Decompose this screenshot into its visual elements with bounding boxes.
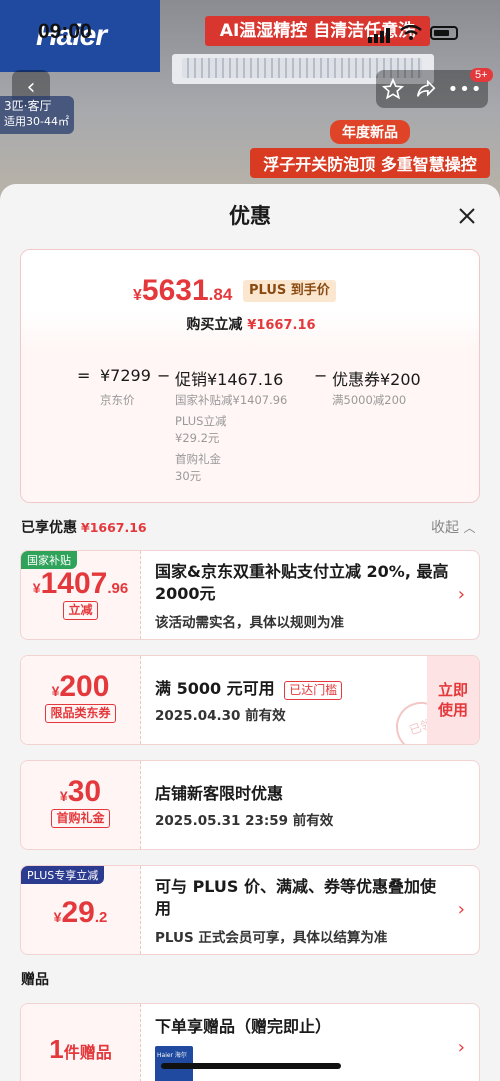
offer-amount: ¥1407.96: [21, 567, 140, 601]
offer-desc: 2025.04.30 前有效: [155, 708, 286, 724]
price-formula: = ¥7299 京东价 − 促销¥1467.16 国家补贴减¥1407.96 P…: [21, 352, 479, 502]
cart-count-badge: 5+: [470, 68, 493, 82]
status-time: 09:00: [38, 20, 92, 43]
gift-count-block: 1件赠品: [21, 1004, 141, 1081]
offer-title: 可与 PLUS 价、满减、券等优惠叠加使用: [155, 877, 437, 918]
plus-exclusive-tag: PLUS专享立减: [21, 866, 105, 884]
offer-amount: ¥30: [21, 775, 140, 809]
offer-title: 国家&京东双重补贴支付立减 20%, 最高 2000元: [155, 562, 449, 603]
offer-card-gift-money[interactable]: ¥30 首购礼金 店铺新客限时优惠 2025.05.31 23:59 前有效: [20, 760, 480, 850]
share-icon[interactable]: [415, 78, 437, 100]
offer-title: 店铺新客限时优惠: [155, 784, 284, 803]
chevron-right-icon: ›: [457, 584, 465, 605]
gift-body: 下单享赠品（赠完即止） Haier 海尔: [155, 1016, 449, 1081]
offer-title-text: 满 5000 元可用: [155, 679, 275, 698]
gift-count-unit: 件赠品: [63, 1045, 112, 1062]
amount-decimal: .2: [94, 909, 108, 926]
amount-integer: 29: [61, 896, 95, 929]
offer-body: 国家&京东双重补贴支付立减 20%, 最高 2000元 该活动需实名，具体以规则…: [155, 561, 449, 631]
gifts-section-title: 赠品: [21, 972, 49, 988]
offer-title: 满 5000 元可用 已达门槛: [155, 678, 419, 700]
offer-card-coupon[interactable]: ¥200 限品类东券 满 5000 元可用 已达门槛 2025.04.30 前有…: [20, 655, 480, 745]
threshold-tag: 已达门槛: [284, 681, 343, 700]
chevron-up-icon: ︿: [463, 521, 476, 535]
star-icon[interactable]: [381, 78, 404, 100]
wifi-icon: [400, 25, 422, 40]
offer-desc: 该活动需实名，具体以规则为准: [155, 615, 344, 631]
room-tag: 3匹·客厅 适用30-44㎡: [0, 96, 74, 134]
chevron-right-icon: ›: [457, 899, 465, 920]
enjoyed-label: 已享优惠: [21, 520, 77, 536]
coupon-total: 优惠券¥200: [332, 370, 421, 389]
offer-amount: ¥200: [21, 670, 140, 704]
promo-item: ¥29.2元: [175, 431, 220, 445]
promo-breakdown: 国家补贴减¥1407.96 PLUS立减 ¥29.2元 首购礼金 30元: [175, 392, 287, 485]
promo-item: PLUS立减: [175, 414, 227, 428]
offer-amount: ¥29.2: [21, 896, 140, 930]
instant-label: 购买立减: [186, 317, 243, 333]
price-integer: 5631: [141, 274, 209, 307]
amount-integer: 30: [67, 775, 102, 808]
offer-body: 可与 PLUS 价、满减、券等优惠叠加使用 PLUS 正式会员可享，具体以结算为…: [155, 876, 449, 946]
coupon-condition: 满5000减200: [332, 393, 407, 407]
chevron-right-icon: ›: [457, 1037, 465, 1058]
price-decimal: .84: [208, 285, 233, 304]
gift-count: 1件赠品: [21, 1034, 140, 1065]
formula-minus-1: −: [157, 366, 171, 385]
amount-integer: 200: [59, 670, 110, 703]
currency-symbol: ¥: [32, 580, 41, 596]
use-now-button[interactable]: 立即使用: [427, 656, 479, 744]
enjoyed-offers-title: 已享优惠 ¥1667.16: [21, 517, 147, 537]
jd-price: ¥7299: [100, 366, 151, 385]
sheet-title: 优惠: [229, 204, 271, 228]
jd-price-label: 京东价: [100, 393, 135, 407]
promo-item: 首购礼金: [175, 452, 221, 466]
room-tag-line1: 3匹·客厅: [4, 99, 52, 113]
offer-card-subsidy[interactable]: ¥1407.96 立减 国家补贴 国家&京东双重补贴支付立减 20%, 最高 2…: [20, 550, 480, 640]
close-icon[interactable]: [453, 202, 481, 230]
gift-card[interactable]: 1件赠品 下单享赠品（赠完即止） Haier 海尔 ›: [20, 1003, 480, 1081]
price-summary-card: ¥5631.84 PLUS 到手价 购买立减 ¥1667.16 = ¥7299 …: [20, 249, 480, 503]
currency-symbol: ¥: [133, 287, 142, 304]
currency-symbol: ¥: [59, 788, 68, 804]
feature-line: 浮子开关防泡顶 多重智慧操控: [250, 148, 490, 178]
instant-discount-line: 购买立减 ¥1667.16: [21, 314, 479, 334]
enjoyed-amount: ¥1667.16: [81, 520, 147, 535]
collapse-toggle[interactable]: 收起 ︿: [431, 517, 475, 537]
year-badge-label: 年度新品: [330, 120, 410, 144]
amount-decimal: .96: [107, 580, 129, 597]
offer-chip: 立减: [63, 601, 98, 620]
plus-price-tag: PLUS 到手价: [243, 280, 336, 302]
status-icons: [368, 24, 458, 43]
year-badge: 年度新品 浮子开关防泡顶 多重智慧操控: [250, 120, 490, 180]
offer-body: 店铺新客限时优惠 2025.05.31 23:59 前有效: [155, 783, 449, 829]
offer-chip: 首购礼金: [51, 809, 110, 828]
promo-item: 30元: [175, 469, 202, 483]
gift-title: 下单享赠品（赠完即止）: [155, 1017, 332, 1036]
gift-count-number: 1: [49, 1034, 64, 1064]
promo-item: 国家补贴减¥1407.96: [175, 393, 288, 407]
home-indicator: [161, 1063, 341, 1069]
formula-minus-2: −: [314, 366, 328, 385]
offer-desc: PLUS 正式会员可享，具体以结算为准: [155, 930, 388, 946]
offer-card-plus[interactable]: ¥29.2 PLUS专享立减 可与 PLUS 价、满减、券等优惠叠加使用 PLU…: [20, 865, 480, 955]
amount-integer: 1407: [40, 567, 108, 600]
signal-icon: [368, 24, 392, 43]
instant-amount: ¥1667.16: [247, 318, 316, 333]
formula-equals: =: [77, 366, 91, 385]
promo-total: 促销¥1467.16: [175, 370, 284, 389]
offer-amount-block: ¥200 限品类东券: [21, 656, 141, 744]
room-tag-line2: 适用30-44㎡: [4, 115, 69, 128]
subsidy-tag: 国家补贴: [21, 551, 77, 569]
offer-chip: 限品类东券: [45, 704, 116, 723]
offer-body: 满 5000 元可用 已达门槛 2025.04.30 前有效: [155, 678, 419, 724]
battery-icon: [430, 26, 458, 40]
collapse-label: 收起: [431, 520, 459, 536]
offer-amount-block: ¥30 首购礼金: [21, 761, 141, 849]
final-price: ¥5631.84: [133, 274, 232, 308]
offer-desc: 2025.05.31 23:59 前有效: [155, 813, 334, 829]
